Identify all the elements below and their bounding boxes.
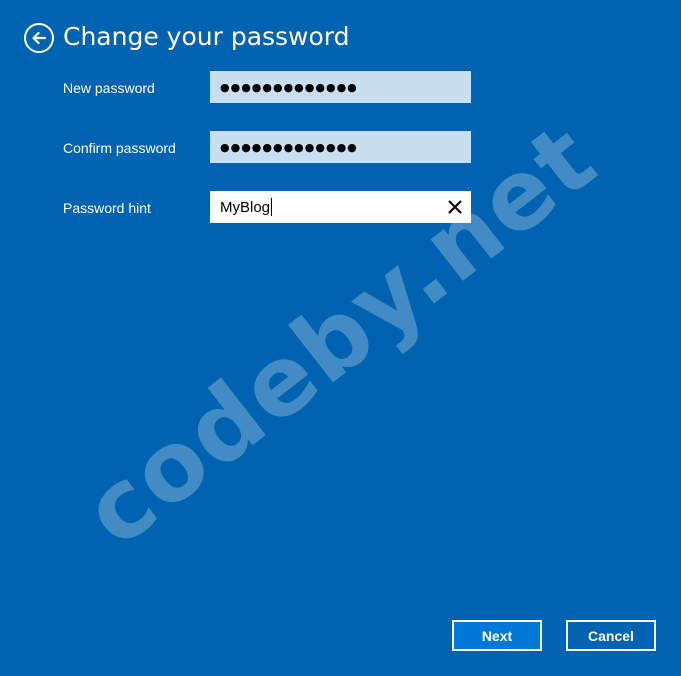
- password-hint-label: Password hint: [63, 200, 151, 216]
- new-password-masked-value: ●●●●●●●●●●●●●: [220, 80, 358, 94]
- new-password-label: New password: [63, 80, 155, 96]
- close-icon: [448, 200, 462, 214]
- back-arrow-icon: [32, 31, 47, 45]
- confirm-password-field[interactable]: ●●●●●●●●●●●●●: [210, 131, 471, 163]
- confirm-password-masked-value: ●●●●●●●●●●●●●: [220, 140, 358, 154]
- next-button[interactable]: Next: [452, 620, 542, 651]
- page-title: Change your password: [63, 22, 350, 51]
- cancel-button[interactable]: Cancel: [566, 620, 656, 651]
- change-password-window: codeby.net Change your password New pass…: [0, 0, 681, 676]
- confirm-password-label: Confirm password: [63, 140, 176, 156]
- password-hint-field[interactable]: MyBlog: [210, 191, 471, 223]
- clear-hint-button[interactable]: [445, 197, 465, 217]
- text-caret: [271, 198, 273, 216]
- back-button[interactable]: [24, 23, 54, 53]
- new-password-field[interactable]: ●●●●●●●●●●●●●: [210, 71, 471, 103]
- password-hint-value: MyBlog: [220, 198, 271, 216]
- watermark: codeby.net: [63, 101, 617, 569]
